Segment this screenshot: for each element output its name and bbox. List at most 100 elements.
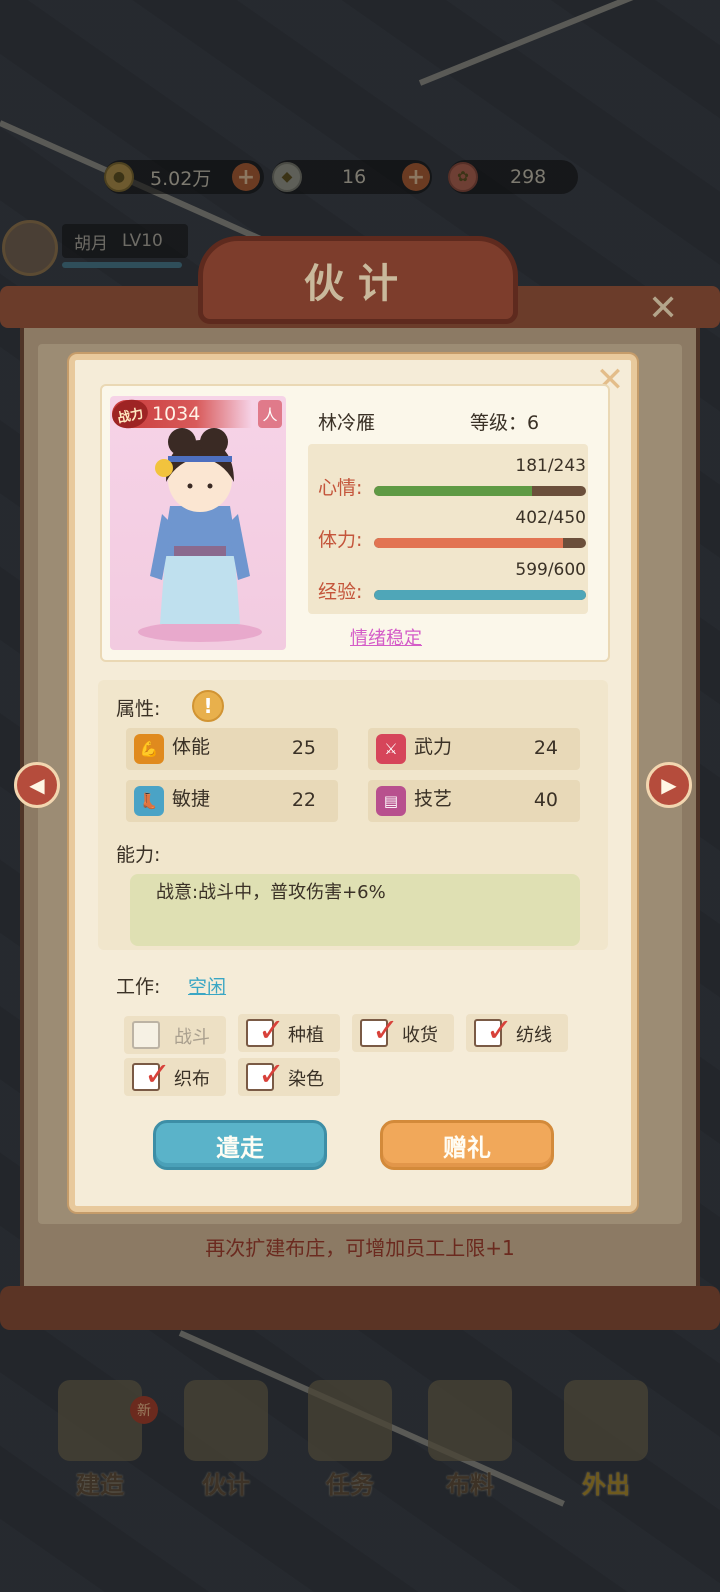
character-level: 等级：6	[470, 412, 540, 434]
work-option-dyeing[interactable]: ✓ 染色	[238, 1055, 340, 1096]
checkmark-icon: ✓	[144, 1055, 171, 1093]
attr-agility-name: 敏捷	[172, 788, 211, 810]
player-level: LV10	[122, 231, 163, 251]
attr-craft-name: 技艺	[414, 788, 453, 810]
nav-tasks-label: 任务	[326, 1470, 374, 1499]
checkmark-icon: ✓	[258, 1055, 285, 1093]
nav-staff[interactable]: 伙计	[166, 1340, 286, 1500]
tasks-icon	[308, 1380, 392, 1461]
attr-agility: 👢 敏捷 22	[126, 780, 338, 822]
work-option-label: 战斗	[174, 1027, 210, 1048]
coin-icon: ●	[104, 162, 134, 192]
nav-outing-label: 外出	[582, 1470, 630, 1499]
checkbox-weaving[interactable]: ✓	[132, 1055, 171, 1093]
staff-icon	[184, 1380, 268, 1461]
attr-force-name: 武力	[414, 736, 453, 758]
board-close-icon[interactable]: ✕	[648, 288, 678, 329]
race-badge: 人	[258, 400, 282, 428]
expand-hint: 再次扩建布庄，可增加员工上限+1	[205, 1236, 515, 1260]
attr-physique: 💪 体能 25	[126, 728, 338, 770]
checkbox-receiving[interactable]: ✓	[360, 1011, 399, 1049]
player-name-box: 胡月 LV10	[62, 224, 188, 258]
ability-text: 战意:战斗中，普攻伤害+6%	[156, 882, 386, 903]
work-option-label: 纺线	[516, 1025, 552, 1046]
add-coins-button[interactable]: +	[232, 163, 260, 191]
work-option-label: 织布	[174, 1069, 210, 1090]
nav-build-label: 建造	[76, 1470, 124, 1499]
flower-amount: 298	[510, 166, 547, 188]
checkmark-icon: ✓	[258, 1011, 285, 1049]
work-status[interactable]: 空闲	[188, 972, 226, 999]
ability-label: 能力:	[116, 844, 161, 866]
board-bottom-beam	[0, 1286, 720, 1330]
checkmark-icon: ✓	[486, 1011, 513, 1049]
next-staff-arrow-icon[interactable]: ▶	[646, 762, 692, 808]
checkbox-spinning[interactable]: ✓	[474, 1011, 513, 1049]
info-icon[interactable]: !	[192, 690, 224, 722]
stat-stamina-value: 402/450	[515, 508, 586, 528]
panel-title: 伙计	[304, 260, 412, 307]
character-name: 林冷雁	[318, 412, 376, 434]
checkbox-combat[interactable]	[132, 1021, 160, 1049]
nav-tasks[interactable]: 任务	[290, 1340, 410, 1500]
work-option-weaving[interactable]: ✓ 织布	[124, 1055, 226, 1096]
bottom-nav: 建造 伙计 任务 布料 外出	[0, 1340, 720, 1500]
nav-fabric-label: 布料	[446, 1470, 494, 1499]
ingot-icon: ◆	[272, 162, 302, 192]
work-label: 工作:	[116, 976, 161, 998]
sword-icon: ⚔	[376, 734, 406, 764]
checkbox-planting[interactable]: ✓	[246, 1011, 285, 1049]
attr-physique-name: 体能	[172, 736, 211, 758]
attr-force-value: 24	[533, 737, 558, 759]
attr-force: ⚔ 武力 24	[368, 728, 580, 770]
stat-mood-fill	[374, 486, 532, 496]
dismiss-button[interactable]: 遣走	[153, 1120, 327, 1170]
flower-resource-bar: ✿ 298	[448, 160, 578, 194]
stat-stamina-fill	[374, 538, 564, 548]
build-icon	[58, 1380, 142, 1461]
stat-experience-value: 599/600	[515, 560, 586, 580]
combat-power-badge: 战力 1034	[109, 396, 252, 432]
fabric-icon	[428, 1380, 512, 1461]
gift-button[interactable]: 赠礼	[380, 1120, 554, 1170]
stat-mood-label: 心情:	[318, 477, 363, 499]
scroll-icon: ▤	[376, 786, 406, 816]
nav-fabric[interactable]: 布料	[410, 1340, 530, 1500]
title-plaque: 伙计	[198, 236, 518, 324]
stat-experience-label: 经验:	[318, 581, 363, 603]
coin-amount: 5.02万	[150, 167, 212, 190]
new-badge: 新	[130, 1396, 158, 1424]
player-xp-bar	[62, 262, 182, 268]
work-option-receiving[interactable]: ✓ 收货	[352, 1011, 454, 1052]
character-portrait	[110, 396, 286, 650]
work-option-spinning[interactable]: ✓ 纺线	[466, 1011, 568, 1052]
combat-power-value: 1034	[152, 403, 201, 425]
player-profile[interactable]: 胡月 LV10	[0, 218, 190, 278]
attr-physique-value: 25	[291, 737, 316, 759]
checkbox-dyeing[interactable]: ✓	[246, 1055, 285, 1093]
stat-experience: 经验: 599/600	[318, 560, 588, 604]
stat-stamina-label: 体力:	[318, 529, 363, 551]
player-name: 胡月	[74, 233, 108, 254]
stat-experience-bar	[374, 590, 586, 600]
add-gems-button[interactable]: +	[402, 163, 430, 191]
work-option-combat[interactable]: 战斗	[124, 1016, 226, 1054]
boot-icon: 👢	[134, 786, 164, 816]
stat-experience-fill	[374, 590, 586, 600]
stat-mood-value: 181/243	[515, 456, 586, 476]
prev-staff-arrow-icon[interactable]: ◀	[14, 762, 60, 808]
outing-icon	[564, 1380, 648, 1461]
attr-craft-value: 40	[533, 789, 558, 811]
nav-staff-label: 伙计	[202, 1470, 250, 1499]
attr-agility-value: 22	[291, 789, 316, 811]
mood-status-link[interactable]: 情绪稳定	[350, 624, 422, 650]
work-option-planting[interactable]: ✓ 种植	[238, 1011, 340, 1052]
stat-stamina-bar	[374, 538, 586, 548]
player-avatar[interactable]	[2, 220, 58, 276]
work-option-label: 染色	[288, 1069, 324, 1090]
flower-icon: ✿	[448, 162, 478, 192]
muscle-icon: 💪	[134, 734, 164, 764]
stat-stamina: 体力: 402/450	[318, 508, 588, 552]
nav-outing[interactable]: 外出	[546, 1340, 666, 1500]
work-option-label: 收货	[402, 1025, 438, 1046]
